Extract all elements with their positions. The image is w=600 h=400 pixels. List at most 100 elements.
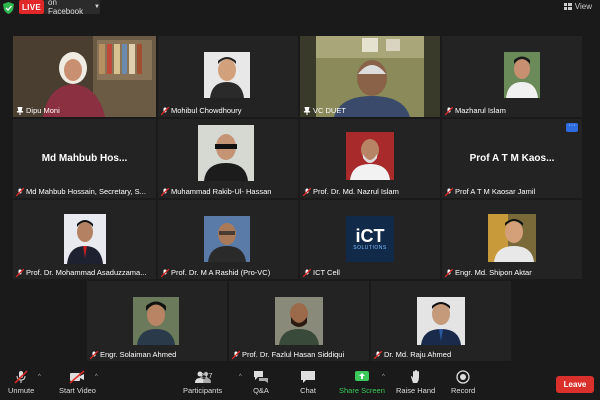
participant-name-text: Dr. Md. Raju Ahmed	[384, 350, 452, 359]
video-tile[interactable]: Dipu Moni	[13, 36, 156, 117]
share-screen-icon	[354, 371, 369, 381]
video-tile[interactable]: Prof. Dr. Mohammad Asaduzzama...	[13, 200, 156, 279]
chevron-up-icon[interactable]: ^	[239, 374, 242, 380]
chat-icon	[301, 371, 315, 383]
participant-display-name: Prof A T M Kaos...	[469, 153, 555, 164]
video-tile[interactable]: Mohibul Chowdhoury	[158, 36, 298, 117]
participant-name: Prof A T M Kaosar Jamil	[445, 187, 535, 196]
participant-name: Mazharul Islam	[445, 106, 506, 115]
video-tile[interactable]: Engr. Solaiman Ahmed	[87, 281, 227, 361]
video-tile[interactable]: Prof. Dr. Md. Nazrul Islam	[300, 119, 440, 198]
chat-label: Chat	[300, 386, 316, 395]
qa-label: Q&A	[253, 386, 269, 395]
mic-muted-icon	[16, 187, 24, 196]
shield-icon[interactable]	[3, 2, 14, 14]
mic-muted-icon	[14, 370, 28, 384]
participant-avatar	[275, 297, 323, 345]
video-tile[interactable]: VC DUET	[300, 36, 440, 117]
share-screen-button[interactable]: Share Screen	[339, 370, 385, 395]
mic-muted-icon	[445, 268, 453, 277]
participant-name-text: Dipu Moni	[26, 106, 60, 115]
mic-muted-icon	[445, 106, 453, 115]
mic-muted-icon	[232, 350, 240, 359]
participant-name-text: Mazharul Islam	[455, 106, 506, 115]
mic-muted-icon	[303, 268, 311, 277]
participant-count: 217	[200, 371, 213, 380]
mic-muted-icon	[90, 350, 98, 359]
pin-icon	[16, 106, 24, 115]
video-tile[interactable]: ··· Prof A T M Kaos... Prof A T M Kaosar…	[442, 119, 582, 198]
participants-button[interactable]: 217 Participants	[183, 370, 222, 395]
participants-label: Participants	[183, 386, 223, 395]
chevron-up-icon[interactable]: ^	[95, 374, 98, 380]
mic-muted-icon	[445, 187, 453, 196]
chevron-up-icon[interactable]: ^	[38, 374, 41, 380]
record-label: Record	[451, 386, 476, 395]
participant-name: Md Mahbub Hossain, Secretary, S...	[16, 187, 146, 196]
hand-icon	[410, 370, 419, 383]
unmute-button[interactable]: Unmute	[8, 370, 34, 395]
video-tile[interactable]: Mazharul Islam	[442, 36, 582, 117]
participant-avatar	[204, 52, 250, 98]
participant-name-text: Md Mahbub Hossain, Secretary, S...	[26, 187, 146, 196]
video-tile[interactable]: iCT SOLUTIONS ICT Cell	[300, 200, 440, 279]
qa-icon	[254, 371, 268, 383]
participant-name-text: Prof. Dr. Md. Nazrul Islam	[313, 187, 399, 196]
participant-name: Dr. Md. Raju Ahmed	[374, 350, 451, 359]
video-tile[interactable]: Prof. Dr. M A Rashid (Pro-VC)	[158, 200, 298, 279]
participant-avatar	[198, 125, 254, 181]
participant-name: Engr. Solaiman Ahmed	[90, 350, 176, 359]
record-button[interactable]: Record	[451, 370, 475, 395]
stream-destination[interactable]: on Facebook ▼	[44, 0, 100, 16]
participant-name-text: Engr. Solaiman Ahmed	[100, 350, 177, 359]
stream-label: on Facebook	[48, 0, 84, 16]
participant-display-name: Md Mahbub Hos...	[41, 153, 128, 164]
start-video-button[interactable]: Start Video	[59, 370, 96, 395]
video-tile[interactable]: Prof. Dr. Fazlul Hasan Siddiqui	[229, 281, 369, 361]
more-options-button[interactable]: ···	[566, 122, 578, 132]
participant-avatar	[133, 297, 179, 345]
participant-name-text: ICT Cell	[313, 268, 340, 277]
video-tile[interactable]: Muhammad Rakib-Ul- Hassan	[158, 119, 298, 198]
video-tile[interactable]: Engr. Md. Shipon Aktar	[442, 200, 582, 279]
raise-hand-label: Raise Hand	[396, 386, 436, 395]
mic-muted-icon	[16, 268, 24, 277]
video-tile[interactable]: Dr. Md. Raju Ahmed	[371, 281, 511, 361]
mic-muted-icon	[161, 187, 169, 196]
video-tile[interactable]: Md Mahbub Hos... Md Mahbub Hossain, Secr…	[13, 119, 156, 198]
participant-name: ICT Cell	[303, 268, 340, 277]
participant-name-text: Prof. Dr. M A Rashid (Pro-VC)	[171, 268, 271, 277]
participant-name: Prof. Dr. Md. Nazrul Islam	[303, 187, 399, 196]
participant-name: Prof. Dr. M A Rashid (Pro-VC)	[161, 268, 270, 277]
participant-video	[13, 36, 156, 117]
logo-text: iCT	[355, 226, 385, 246]
ict-logo: iCT SOLUTIONS	[346, 216, 394, 262]
top-bar: LIVE on Facebook ▼ View	[0, 0, 600, 16]
mic-muted-icon	[374, 350, 382, 359]
live-badge[interactable]: LIVE	[19, 0, 44, 14]
logo-subtext: SOLUTIONS	[353, 245, 387, 251]
participant-name: Engr. Md. Shipon Aktar	[445, 268, 532, 277]
record-icon	[456, 370, 470, 384]
participant-name-text: Prof. Dr. Mohammad Asaduzzama...	[26, 268, 147, 277]
mic-muted-icon	[161, 268, 169, 277]
participant-name-text: Engr. Md. Shipon Aktar	[455, 268, 532, 277]
raise-hand-button[interactable]: Raise Hand	[396, 370, 435, 395]
mic-muted-icon	[303, 187, 311, 196]
participant-avatar	[488, 214, 536, 262]
participant-video	[316, 36, 424, 117]
qa-button[interactable]: Q&A	[253, 370, 269, 395]
participant-name: VC DUET	[303, 106, 346, 115]
view-button[interactable]: View	[563, 2, 592, 11]
leave-button[interactable]: Leave	[556, 376, 594, 393]
start-video-label: Start Video	[59, 386, 96, 395]
chevron-up-icon[interactable]: ^	[382, 374, 385, 380]
participant-avatar	[346, 132, 394, 180]
chevron-down-icon: ▼	[94, 4, 100, 10]
chat-button[interactable]: Chat	[300, 370, 316, 395]
pin-icon	[303, 106, 311, 115]
mic-muted-icon	[161, 106, 169, 115]
participant-name-text: Prof. Dr. Fazlul Hasan Siddiqui	[242, 350, 345, 359]
share-screen-label: Share Screen	[339, 386, 385, 395]
participant-avatar	[64, 214, 106, 264]
